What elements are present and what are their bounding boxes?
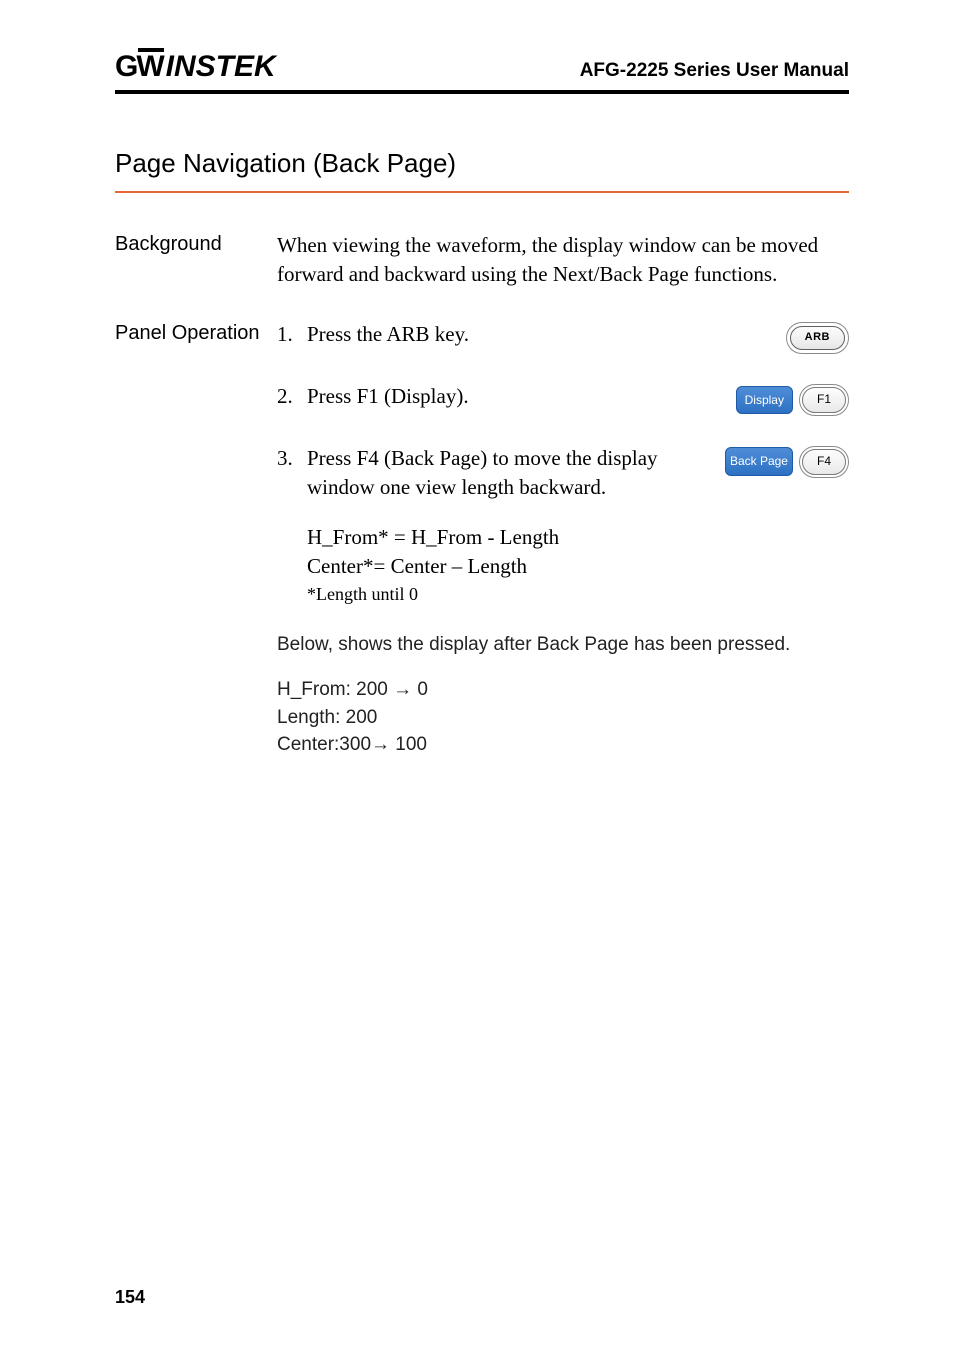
step-1: 1. Press the ARB key. ARB — [277, 320, 849, 354]
result-line-3: Center:300→ 100 — [277, 731, 849, 759]
doc-title: AFG-2225 Series User Manual — [580, 60, 849, 84]
formula-note: *Length until 0 — [307, 582, 849, 607]
panel-body: 1. Press the ARB key. ARB 2. Press F1 (D… — [277, 320, 849, 759]
formula-line-2: Center*= Center – Length — [307, 552, 849, 581]
formula-block: H_From* = H_From - Length Center*= Cente… — [307, 523, 849, 607]
result-line-1: H_From: 200 → 0 — [277, 676, 849, 704]
backpage-softkey-icon: Back Page — [725, 447, 793, 476]
step-3: 3. Press F4 (Back Page) to move the disp… — [277, 444, 849, 503]
background-row: Background When viewing the waveform, th… — [115, 231, 849, 290]
f1-key-icon: F1 — [799, 384, 849, 416]
panel-label: Panel Operation — [115, 320, 277, 759]
display-softkey-icon: Display — [736, 386, 793, 415]
result-line-2: Length: 200 — [277, 704, 849, 732]
step-text: Press the ARB key. — [307, 320, 786, 349]
background-label: Background — [115, 231, 277, 290]
f4-key-icon: F4 — [799, 446, 849, 478]
result-block: H_From: 200 → 0 Length: 200 Center:300→ … — [277, 676, 849, 759]
section-title: Page Navigation (Back Page) — [115, 148, 849, 193]
step-2: 2. Press F1 (Display). Display F1 — [277, 382, 849, 416]
below-text: Below, shows the display after Back Page… — [277, 631, 849, 659]
step-number: 2. — [277, 382, 307, 411]
step-buttons: Back Page F4 — [725, 444, 849, 478]
page-number: 154 — [115, 1287, 145, 1308]
brand-logo: GWINSTEK — [115, 50, 276, 84]
formula-line-1: H_From* = H_From - Length — [307, 523, 849, 552]
step-number: 1. — [277, 320, 307, 349]
background-text: When viewing the waveform, the display w… — [277, 231, 849, 290]
arb-key-icon: ARB — [786, 322, 849, 354]
step-text: Press F4 (Back Page) to move the display… — [307, 444, 725, 503]
step-text: Press F1 (Display). — [307, 382, 736, 411]
step-buttons: Display F1 — [736, 382, 849, 416]
step-buttons: ARB — [786, 320, 849, 354]
page-header: GWINSTEK AFG-2225 Series User Manual — [115, 50, 849, 94]
panel-row: Panel Operation 1. Press the ARB key. AR… — [115, 320, 849, 759]
step-number: 3. — [277, 444, 307, 473]
